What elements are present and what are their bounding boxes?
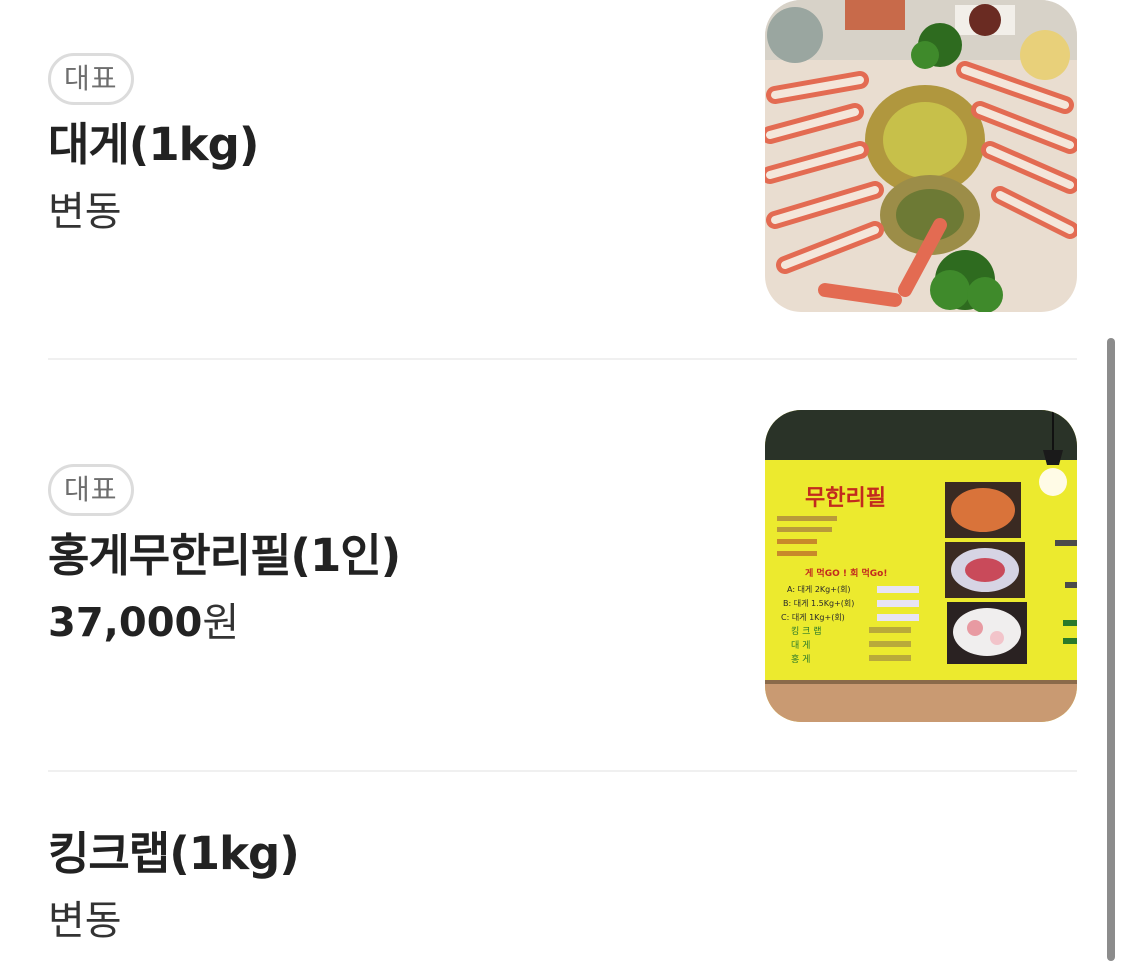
menu-board-option: A: 대게 2Kg+(회): [787, 584, 851, 594]
menu-board-seasonal: 대 게: [791, 640, 810, 651]
price-unit: 원: [202, 600, 240, 646]
menu-item[interactable]: 대표 홍게무한리필(1인) 37,000원 무한리필 게 먹GO ! 회 먹Go…: [48, 360, 1077, 770]
signature-badge: 대표: [48, 464, 134, 516]
snow-crab-platter-photo: [765, 0, 1077, 312]
menu-item-text: 대표 홍게무한리필(1인) 37,000원: [48, 464, 401, 648]
menu-item-price: 37,000원: [48, 598, 400, 648]
menu-item-name: 대게(1kg): [48, 118, 259, 171]
signature-badge: 대표: [48, 53, 134, 105]
scrollbar[interactable]: [1107, 338, 1115, 961]
price-amount: 37,000: [48, 600, 203, 646]
menu-item[interactable]: 대표 대게(1kg) 변동: [48, 0, 1077, 358]
menu-board-option: C: 대게 1Kg+(회): [781, 612, 845, 622]
menu-item-price: 변동: [48, 898, 122, 944]
menu-board-seasonal: 킹 크 랩: [791, 625, 822, 637]
menu-item-text: 킹크랩(1kg) 변동: [48, 826, 300, 946]
menu-item-price: 변동: [48, 189, 122, 235]
menu-board-subhead: 게 먹GO ! 회 먹Go!: [805, 567, 887, 579]
menu-item-photo[interactable]: 무한리필 게 먹GO ! 회 먹Go! A: 대게 2Kg+(회) B: 대게 …: [765, 410, 1077, 722]
menu-item-name: 홍게무한리필(1인): [48, 529, 401, 582]
menu-item[interactable]: 킹크랩(1kg) 변동: [48, 772, 1077, 961]
menu-board-photo: 무한리필 게 먹GO ! 회 먹Go! A: 대게 2Kg+(회) B: 대게 …: [765, 410, 1077, 722]
menu-item-photo[interactable]: [765, 0, 1077, 312]
menu-board-option: B: 대게 1.5Kg+(회): [783, 598, 854, 608]
menu-board-headline: 무한리필: [805, 486, 886, 511]
menu-item-name: 킹크랩(1kg): [48, 827, 300, 880]
menu-board-seasonal: 홍 게: [791, 653, 810, 665]
menu-item-text: 대표 대게(1kg) 변동: [48, 53, 259, 237]
